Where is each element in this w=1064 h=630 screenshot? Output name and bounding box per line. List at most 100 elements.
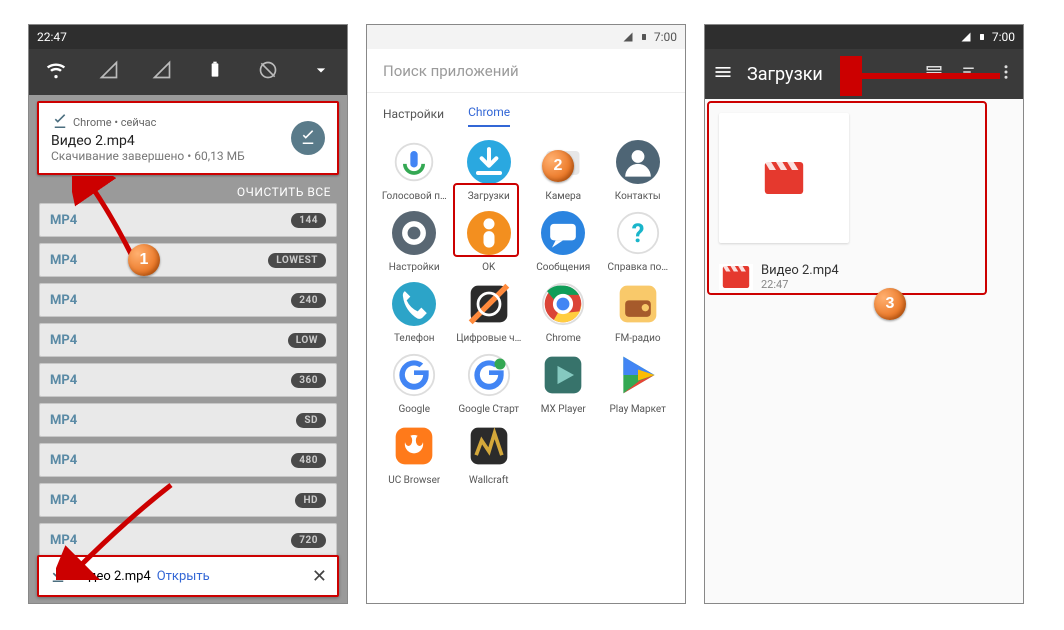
app-launcher-clock[interactable]: Цифровые ч… bbox=[452, 279, 527, 344]
download-option-row[interactable]: MP4240 bbox=[39, 283, 337, 317]
menu-icon[interactable] bbox=[713, 62, 733, 86]
format-label: MP4 bbox=[50, 373, 77, 388]
svg-text:?: ? bbox=[631, 219, 644, 249]
radio-icon bbox=[613, 279, 663, 329]
app-launcher-radio[interactable]: FM-радио bbox=[601, 279, 676, 344]
quality-badge: SD bbox=[296, 413, 326, 428]
download-option-row[interactable]: MP4 SD bbox=[39, 403, 337, 437]
help-icon: ? bbox=[613, 208, 663, 258]
close-icon[interactable]: ✕ bbox=[312, 566, 327, 587]
app-launcher-gear[interactable]: Настройки bbox=[377, 208, 452, 273]
status-bar: 7:00 bbox=[367, 25, 685, 49]
signal-icon[interactable] bbox=[152, 60, 172, 84]
download-done-icon bbox=[51, 113, 69, 131]
app-label: Play Маркет bbox=[610, 404, 667, 415]
quick-settings-row bbox=[29, 49, 347, 95]
app-label: Справка по… bbox=[607, 262, 668, 273]
battery-icon[interactable] bbox=[205, 60, 225, 84]
annotation-highlight bbox=[453, 183, 519, 257]
notification-action-icon[interactable] bbox=[291, 121, 325, 155]
app-launcher-phone[interactable]: Телефон bbox=[377, 279, 452, 344]
wall-icon bbox=[464, 421, 514, 471]
app-label: MX Player bbox=[541, 404, 586, 415]
tab-settings[interactable]: Настройки bbox=[383, 107, 444, 127]
format-label: MP4 bbox=[50, 453, 77, 468]
format-label: MP4 bbox=[50, 333, 77, 348]
notification-subtitle: Скачивание завершено • 60,13 МБ bbox=[51, 149, 325, 163]
download-option-row[interactable]: MP4 480 bbox=[39, 443, 337, 477]
download-complete-notification[interactable]: Chrome • сейчас Видео 2.mp4 Скачивание з… bbox=[37, 101, 339, 175]
phone-3-downloads-app: 7:00 Загрузки bbox=[704, 24, 1024, 604]
app-launcher-google[interactable]: Google bbox=[377, 350, 452, 415]
clear-all-button[interactable]: ОЧИСТИТЬ ВСЕ bbox=[29, 175, 347, 203]
download-option-row[interactable]: MP4HD bbox=[39, 483, 337, 517]
app-label: Телефон bbox=[394, 333, 435, 344]
google-icon bbox=[389, 350, 439, 400]
status-bar: 7:00 bbox=[705, 25, 1023, 49]
sort-icon[interactable] bbox=[961, 63, 979, 85]
download-option-row[interactable]: MP4360 bbox=[39, 363, 337, 397]
app-launcher-wall[interactable]: Wallcraft bbox=[452, 421, 527, 486]
app-label: Google bbox=[398, 404, 430, 415]
mx-icon bbox=[538, 350, 588, 400]
download-option-row[interactable]: MP4LOWEST bbox=[39, 243, 337, 277]
format-label: MP4 bbox=[50, 493, 77, 508]
status-bar: 22:47 bbox=[29, 25, 347, 49]
status-time: 7:00 bbox=[992, 30, 1015, 44]
download-option-row[interactable]: MP4 144 bbox=[39, 203, 337, 237]
tab-chrome[interactable]: Chrome bbox=[468, 105, 510, 127]
annotation-badge-3: 3 bbox=[874, 288, 906, 320]
snackbar-open-link[interactable]: Открыть bbox=[157, 569, 210, 584]
view-grid-icon[interactable] bbox=[925, 63, 943, 85]
search-apps-input[interactable]: Поиск приложений bbox=[367, 49, 685, 93]
play-icon bbox=[613, 350, 663, 400]
app-grid: Голосовой п…ЗагрузкиКамераКонтактыНастро… bbox=[367, 127, 685, 603]
notification-source: Chrome • сейчас bbox=[73, 116, 156, 129]
gear-icon bbox=[389, 208, 439, 258]
app-launcher-uc[interactable]: UC Browser bbox=[377, 421, 452, 486]
app-launcher-gstart[interactable]: Google Старт bbox=[452, 350, 527, 415]
phone-1-notifications: 22:47 Chrome • сейчас Видео 2.mp4 Скачив… bbox=[28, 24, 348, 604]
app-launcher-message[interactable]: Сообщения bbox=[526, 208, 601, 273]
app-label: Цифровые ч… bbox=[456, 333, 521, 344]
app-label: Сообщения bbox=[536, 262, 590, 273]
format-label: MP4 bbox=[50, 413, 77, 428]
expand-icon[interactable] bbox=[311, 60, 331, 84]
page-title: Загрузки bbox=[747, 64, 823, 85]
overflow-icon[interactable] bbox=[997, 63, 1015, 85]
app-label: FM-радио bbox=[615, 333, 661, 344]
format-label: MP4 bbox=[50, 213, 77, 228]
wifi-icon[interactable] bbox=[46, 60, 66, 84]
quality-badge: 720 bbox=[291, 533, 326, 548]
notification-title: Видео 2.mp4 bbox=[51, 133, 325, 149]
app-label: Настройки bbox=[389, 262, 440, 273]
download-option-row[interactable]: MP4 720 bbox=[39, 523, 337, 557]
app-launcher-voice[interactable]: Голосовой п… bbox=[377, 137, 452, 202]
app-launcher-chrome[interactable]: Chrome bbox=[526, 279, 601, 344]
download-done-icon bbox=[49, 567, 67, 585]
format-label: MP4 bbox=[50, 533, 77, 548]
uc-icon bbox=[389, 421, 439, 471]
quality-badge: 480 bbox=[291, 453, 326, 468]
format-label: MP4 bbox=[50, 253, 77, 268]
annotation-badge-1: 1 bbox=[128, 244, 160, 276]
phone-icon bbox=[389, 279, 439, 329]
app-launcher-contacts[interactable]: Контакты bbox=[601, 137, 676, 202]
app-label: Контакты bbox=[615, 191, 661, 202]
signal-icon[interactable] bbox=[99, 60, 119, 84]
signal-icon bbox=[622, 31, 634, 43]
app-launcher-mx[interactable]: MX Player bbox=[526, 350, 601, 415]
no-sync-icon[interactable] bbox=[258, 60, 278, 84]
app-launcher-play[interactable]: Play Маркет bbox=[601, 350, 676, 415]
clock-icon bbox=[464, 279, 514, 329]
quality-badge: 144 bbox=[291, 213, 326, 228]
contacts-icon bbox=[613, 137, 663, 187]
download-icon bbox=[464, 137, 514, 187]
app-launcher-help[interactable]: ? Справка по… bbox=[601, 208, 676, 273]
battery-icon bbox=[640, 31, 648, 43]
download-snackbar[interactable]: Видео 2.mp4 Открыть ✕ bbox=[37, 555, 339, 597]
app-label: Chrome bbox=[546, 333, 581, 344]
battery-icon bbox=[978, 31, 986, 43]
message-icon bbox=[538, 208, 588, 258]
download-option-row[interactable]: MP4LOW bbox=[39, 323, 337, 357]
